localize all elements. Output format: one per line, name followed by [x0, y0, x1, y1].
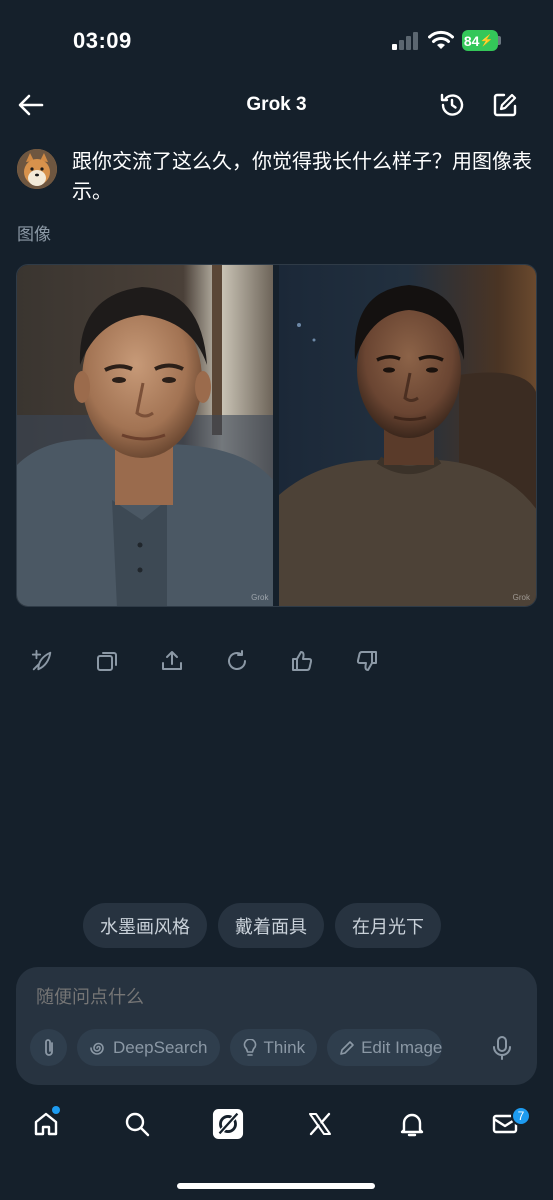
regenerate-button[interactable] [225, 649, 249, 673]
nav-x[interactable] [304, 1108, 336, 1140]
microphone-icon[interactable] [490, 1035, 514, 1061]
battery-tip [498, 36, 501, 45]
composer-tools: DeepSearch Think Edit Image [30, 1029, 443, 1066]
composer: DeepSearch Think Edit Image [16, 967, 537, 1085]
messages-badge: 7 [511, 1106, 531, 1126]
home-indicator [177, 1183, 375, 1189]
media-label: 图像 [17, 225, 51, 245]
user-avatar[interactable] [17, 149, 57, 189]
nav-search[interactable] [121, 1108, 153, 1140]
image-watermark: Grok [512, 593, 530, 602]
attach-button[interactable] [30, 1029, 67, 1066]
bottom-nav [0, 1100, 553, 1160]
think-button[interactable]: Think [229, 1029, 318, 1066]
edit-image-button[interactable] [30, 649, 54, 673]
suggestion-chip-mask[interactable]: 戴着面具 [218, 903, 324, 948]
like-button[interactable] [290, 649, 314, 673]
shiba-avatar-icon [17, 149, 57, 189]
deepsearch-swirl-icon [90, 1042, 104, 1055]
thumbs-up-icon [292, 651, 313, 671]
history-button[interactable] [437, 90, 467, 120]
copy-button[interactable] [95, 649, 119, 673]
suggestion-chip-ink-painting[interactable]: 水墨画风格 [83, 903, 207, 948]
generated-image-2[interactable]: Grok [278, 265, 536, 606]
nav-notifications[interactable] [396, 1108, 428, 1140]
edit-image-label: Edit Image [361, 1037, 443, 1057]
share-icon [162, 651, 182, 670]
lightbulb-icon [243, 1038, 256, 1056]
regenerate-sparkle-icon [31, 649, 52, 671]
generated-image-1[interactable]: Grok [17, 265, 275, 606]
edit-image-tool-button[interactable]: Edit Image [327, 1029, 443, 1066]
deepsearch-button[interactable]: DeepSearch [77, 1029, 220, 1066]
suggestion-chips: 水墨画风格 戴着面具 在月光下 [83, 903, 441, 948]
nav-grok[interactable] [212, 1108, 244, 1140]
bell-icon [400, 1113, 424, 1137]
thumbs-down-icon [356, 651, 377, 671]
page-title: Grok 3 [246, 94, 307, 115]
compose-icon [493, 93, 517, 117]
paperclip-icon [44, 1038, 53, 1056]
refresh-icon [228, 650, 246, 670]
portrait-image-older-man [17, 265, 273, 606]
think-label: Think [263, 1037, 306, 1057]
prompt-input[interactable] [36, 983, 456, 1011]
cellular-signal-icon [392, 32, 418, 50]
deepsearch-label: DeepSearch [113, 1037, 208, 1057]
message-actions [30, 649, 379, 673]
status-time: 03:09 [73, 28, 132, 53]
search-icon [125, 1112, 150, 1137]
pencil-icon [340, 1040, 354, 1055]
home-icon [34, 1112, 58, 1136]
portrait-image-young-man [278, 265, 536, 606]
x-logo-icon [309, 1112, 331, 1136]
user-message-text: 跟你交流了这么久，你觉得我长什么样子？用图像表示。 [72, 149, 532, 203]
share-button[interactable] [160, 649, 184, 673]
copy-icon [97, 652, 117, 671]
home-notification-dot [52, 1106, 60, 1114]
battery-indicator: 84 ⚡ [462, 30, 498, 51]
history-icon [440, 93, 464, 116]
new-chat-button[interactable] [490, 90, 520, 120]
grok-icon [212, 1108, 244, 1140]
generated-images: Grok Grok [16, 264, 537, 607]
dislike-button[interactable] [355, 649, 379, 673]
wifi-icon [428, 30, 454, 49]
image-watermark: Grok [251, 593, 269, 602]
suggestion-chip-moonlight[interactable]: 在月光下 [335, 903, 441, 948]
